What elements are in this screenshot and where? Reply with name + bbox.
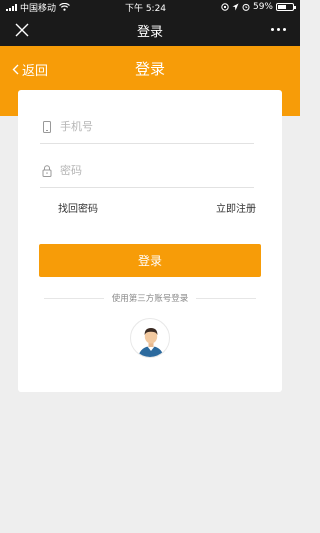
- password-field: [40, 154, 254, 188]
- signal-icon: [6, 3, 17, 11]
- battery-percent: 59%: [252, 2, 273, 12]
- login-card: 找回密码 立即注册 登录 使用第三方账号登录: [18, 90, 282, 392]
- phone-input[interactable]: [60, 120, 240, 133]
- battery-level: [277, 5, 287, 9]
- title-bar: 登录: [0, 14, 300, 46]
- wifi-icon: [59, 3, 70, 11]
- third-party-label: 使用第三方账号登录: [111, 294, 189, 304]
- lock-icon: [42, 164, 52, 177]
- divider-line-right: [196, 297, 257, 299]
- more-icon[interactable]: [271, 28, 286, 31]
- third-party-login-avatar[interactable]: [130, 318, 170, 358]
- location-icon: [232, 3, 239, 11]
- carrier-label: 中国移动: [20, 3, 57, 14]
- close-icon[interactable]: [14, 22, 30, 38]
- login-button[interactable]: 登录: [39, 244, 261, 277]
- orientation-lock-icon: [221, 3, 229, 11]
- status-bar: 中国移动 下午 5:24 59%: [0, 0, 300, 14]
- forgot-password-link[interactable]: 找回密码: [58, 200, 98, 215]
- phone-icon: [43, 120, 51, 133]
- third-party-divider: 使用第三方账号登录: [44, 292, 257, 304]
- divider-line-left: [44, 297, 104, 299]
- register-link[interactable]: 立即注册: [216, 200, 256, 215]
- phone-field: [40, 110, 254, 144]
- form-links: 找回密码 立即注册: [58, 200, 256, 215]
- status-left: 中国移动: [6, 1, 70, 14]
- status-time: 下午 5:24: [124, 3, 167, 14]
- password-input[interactable]: [60, 164, 240, 177]
- user-avatar-icon: [138, 328, 164, 357]
- status-right: 59%: [221, 2, 296, 12]
- battery-icon: [275, 3, 296, 11]
- title-bar-title: 登录: [136, 24, 163, 40]
- alarm-icon: [242, 3, 250, 11]
- page-title: 登录: [134, 60, 165, 78]
